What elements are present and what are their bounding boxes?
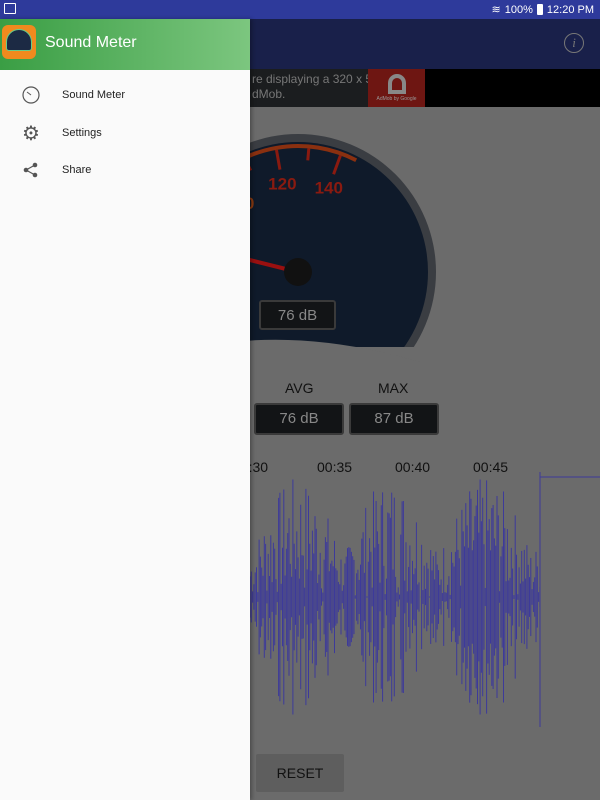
admob-logo: AdMob by Google	[368, 69, 425, 107]
gauge-icon	[0, 85, 62, 105]
wave-cursor	[539, 472, 600, 727]
drawer-title: Sound Meter	[45, 34, 137, 51]
max-label: MAX	[378, 380, 409, 396]
battery-percent: 100%	[504, 3, 533, 16]
wifi-icon: ≋	[491, 4, 501, 16]
info-icon[interactable]: i	[564, 33, 584, 53]
gear-icon: ⚙	[22, 122, 40, 145]
drawer-item-label: Sound Meter	[62, 89, 125, 101]
share-icon	[0, 161, 62, 179]
admob-badge: AdMob by Google	[376, 96, 417, 102]
app-icon	[2, 25, 36, 59]
drawer-item-sound-meter[interactable]: Sound Meter	[0, 77, 250, 113]
gauge-hub	[284, 258, 312, 286]
gauge-label: 140	[315, 178, 343, 197]
gallery-notification-icon	[4, 3, 16, 14]
clock: 12:20 PM	[546, 3, 594, 16]
drawer-item-label: Settings	[62, 127, 102, 139]
gauge-label: 120	[268, 174, 296, 193]
max-value: 87 dB	[349, 403, 439, 435]
drawer-header: Sound Meter	[0, 19, 250, 70]
gauge-tick	[306, 148, 311, 161]
drawer-item-share[interactable]: Share	[0, 152, 250, 188]
battery-icon	[536, 4, 543, 15]
drawer-item-label: Share	[62, 164, 92, 176]
avg-value: 76 dB	[254, 403, 344, 435]
reset-button[interactable]: RESET	[256, 754, 344, 792]
status-bar: ≋ 100% 12:20 PM	[0, 0, 600, 19]
navigation-drawer: Sound Meter Sound Meter ⚙ Settings Share	[0, 19, 250, 800]
drawer-item-settings[interactable]: ⚙ Settings	[0, 115, 250, 151]
avg-label: AVG	[285, 380, 314, 396]
current-db-display: 76 dB	[259, 300, 336, 330]
